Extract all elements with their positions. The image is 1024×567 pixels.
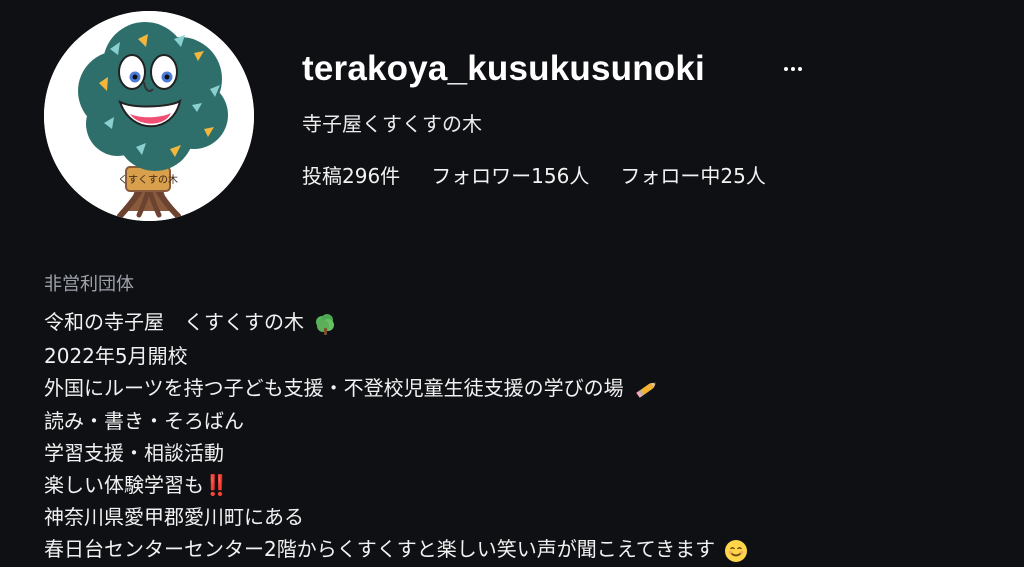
profile-category: 非営利団体: [44, 274, 134, 295]
username: terakoya_kusukusunoki: [302, 49, 705, 88]
smiling-face-emoji-icon: [724, 539, 748, 563]
bio-line-2: 2022年5月開校: [44, 343, 188, 368]
bio-line-7: 神奈川県愛甲郡愛川町にある: [44, 505, 304, 529]
avatar[interactable]: くすくすの木: [44, 11, 254, 221]
bio-line-1-text: 令和の寺子屋 くすくすの木: [44, 310, 304, 334]
bio-line-3-text: 外国にルーツを持つ子ども支援・不登校児童生徒支援の学びの場: [44, 375, 624, 400]
bio-line-6: 楽しい体験学習も‼️: [44, 473, 229, 497]
bio-line-8-text: 春日台センターセンター2階からくすくすと楽しい笑い声が聞こえてきます: [44, 537, 716, 561]
pencil-emoji-icon: [633, 377, 661, 401]
following-count[interactable]: フォロー中25人: [620, 160, 765, 189]
display-name: 寺子屋くすくすの木: [302, 112, 482, 136]
profile-header: くすくすの木 terakoya_kusukusunoki 寺子屋くすくすの木 投…: [0, 0, 1024, 240]
followers-count[interactable]: フォロワー156人: [431, 160, 589, 189]
posts-count[interactable]: 投稿296件: [302, 160, 400, 189]
ellipsis-icon: [784, 67, 802, 71]
bio-line-3: 外国にルーツを持つ子ども支援・不登校児童生徒支援の学びの場: [44, 376, 984, 402]
avatar-tree-illustration: くすくすの木: [44, 11, 254, 221]
bio-line-4: 読み・書き・そろばん: [44, 409, 244, 433]
bio-line-5: 学習支援・相談活動: [44, 441, 224, 465]
bio-line-8: 春日台センターセンター2階からくすくすと楽しい笑い声が聞こえてきます: [44, 537, 984, 563]
profile-bio: 非営利団体 令和の寺子屋 くすくすの木 2022年5月開校 外国にルーツを持つ子…: [44, 270, 984, 563]
bio-lines: 令和の寺子屋 くすくすの木 2022年5月開校 外国にルーツを持つ子ども支援・不…: [44, 310, 984, 563]
more-options-button[interactable]: [781, 57, 805, 81]
profile-stats: 投稿296件 フォロワー156人 フォロー中25人: [302, 160, 766, 189]
bio-line-1: 令和の寺子屋 くすくすの木: [44, 310, 984, 336]
tree-emoji-icon: [313, 312, 337, 336]
avatar-tree-label: くすくすの木: [118, 174, 178, 186]
